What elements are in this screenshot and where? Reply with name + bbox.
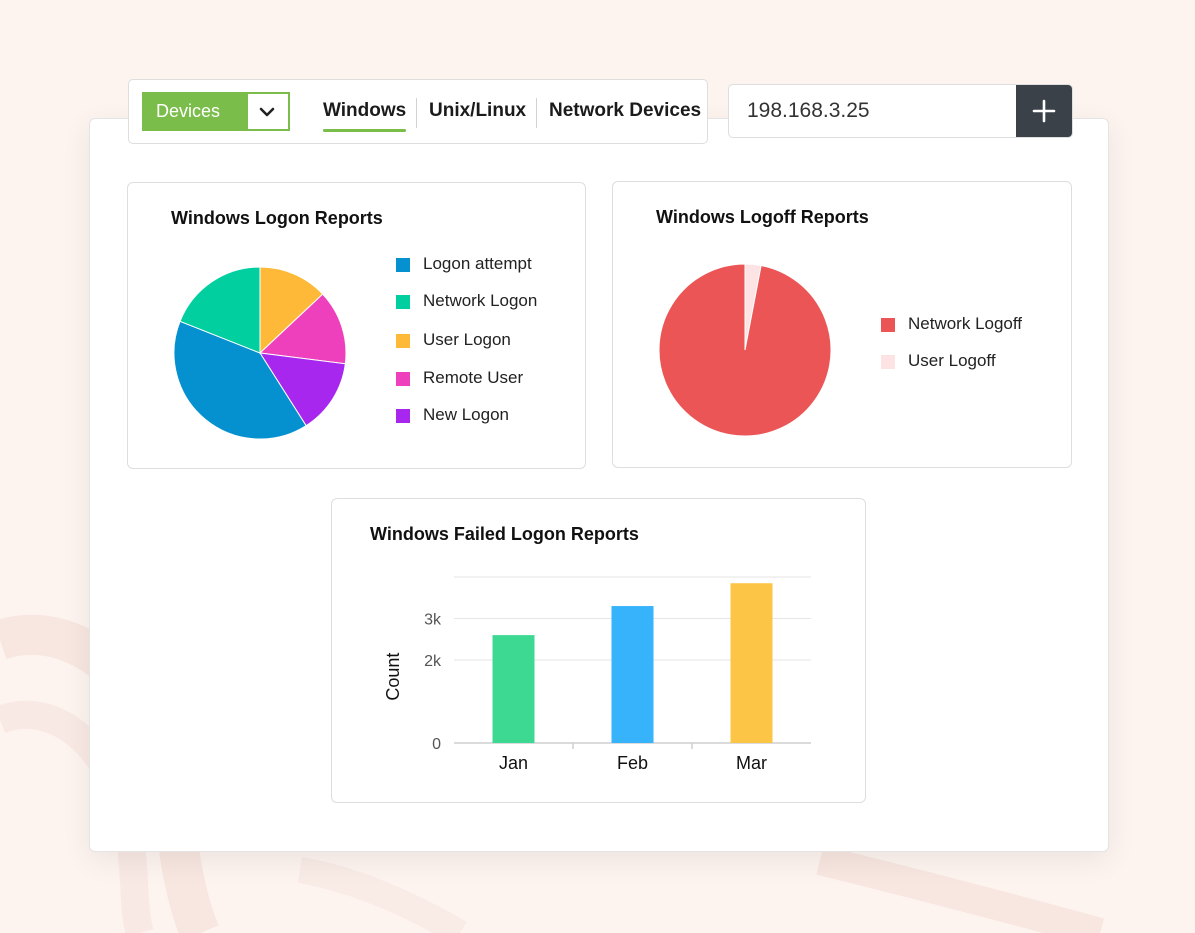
legend-swatch [396,295,410,309]
failed-logon-bar-chart: 0 2k 3k Count Jan Feb Mar [383,576,811,773]
legend-label: Remote User [423,368,524,387]
tab-divider [536,98,537,128]
pie-slice-network-logoff[interactable] [658,263,832,437]
tab-divider [416,98,417,128]
bar-mar[interactable] [730,583,773,743]
logoff-pie-chart [658,263,832,437]
chevron-down-icon [259,107,275,117]
legend-swatch [396,334,410,348]
logoff-card-title: Windows Logoff Reports [656,207,869,227]
legend-swatch [396,409,410,423]
add-device-button[interactable] [1016,85,1072,137]
plus-icon [1032,99,1056,122]
tab-unix-linux[interactable]: Unix/Linux [429,100,526,122]
device-type-selected: Devices [144,94,248,129]
logon-pie-chart [173,266,347,440]
logoff-report-card: Windows Logoff Reports Network Logoff Us… [612,181,1072,468]
failed-logon-report-card: Windows Failed Logon Reports 0 2k 3k Count J… [331,498,866,803]
tab-windows[interactable]: Windows [323,100,407,132]
ip-address-input-group: 198.168.3.25 [728,84,1073,138]
legend-label: Network Logon [423,291,538,310]
legend-label: User Logoff [908,351,996,370]
ip-address-input[interactable]: 198.168.3.25 [747,99,870,123]
legend-label: Network Logoff [908,314,1023,333]
legend-swatch [396,372,410,386]
legend-label: Logon attempt [423,254,532,273]
y-tick-label: 0 [432,736,441,753]
tab-network-devices[interactable]: Network Devices [549,100,701,122]
legend-label: New Logon [423,405,510,424]
logon-report-card: Windows Logon Reports Logon attempt Netw… [127,182,586,469]
x-tick-label: Mar [736,753,767,773]
x-tick-label: Feb [617,753,648,773]
logon-card-title: Windows Logon Reports [171,208,383,228]
bar-jan[interactable] [492,635,535,743]
device-type-dropdown[interactable]: Devices [142,92,290,131]
bar-feb[interactable] [611,606,654,743]
legend-swatch [396,258,410,272]
y-tick-label: 3k [424,612,442,629]
y-tick-label: 2k [424,653,442,670]
legend-swatch [881,355,895,369]
legend-swatch [881,318,895,332]
legend-label: User Logon [423,330,511,349]
y-axis-label: Count [383,653,403,701]
x-tick-label: Jan [499,753,528,773]
device-tabbar: Devices Windows Unix/Linux Network Devic… [128,79,708,144]
